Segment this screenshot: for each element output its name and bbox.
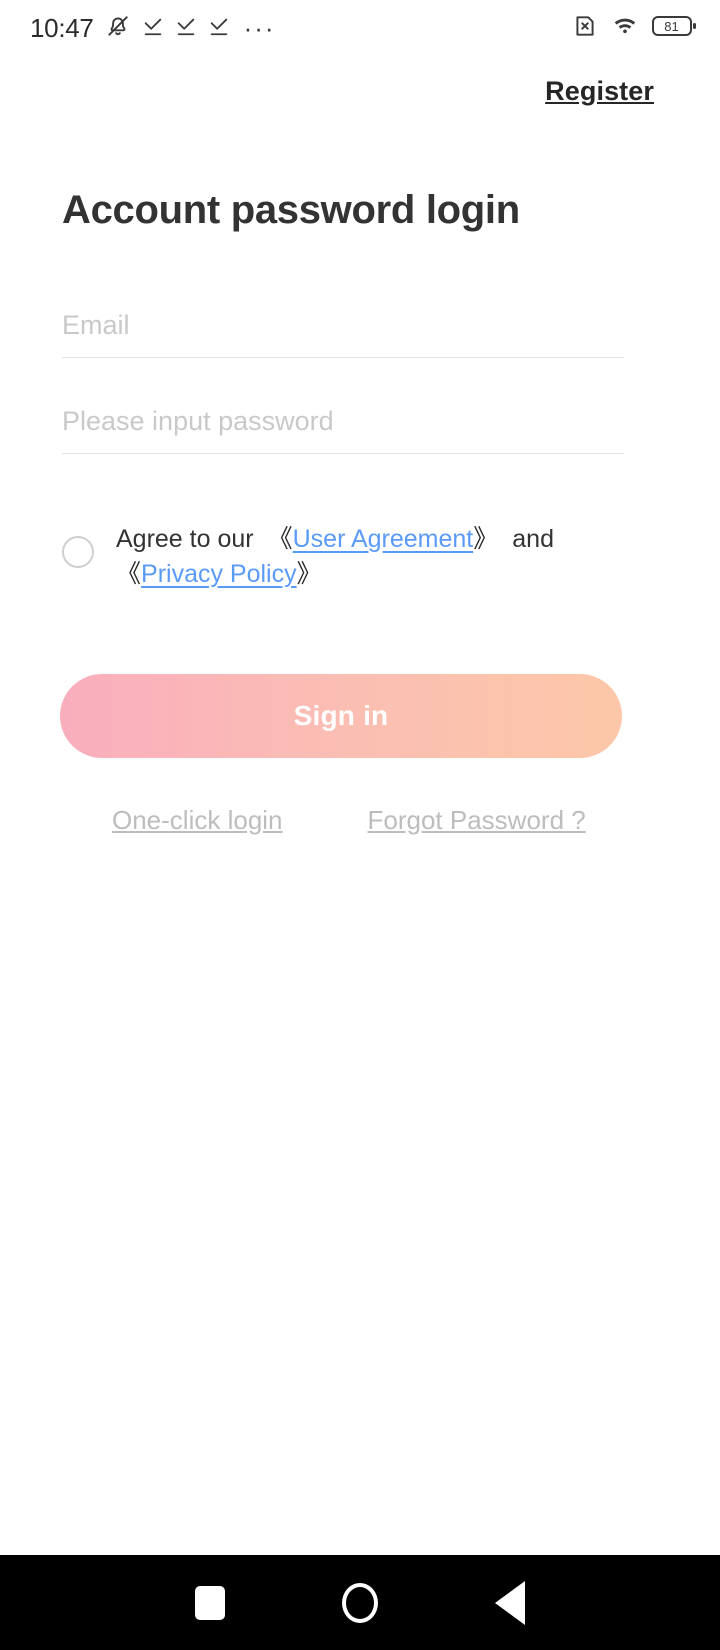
agreement-conjunction: and (512, 525, 554, 553)
page-title: Account password login (62, 188, 520, 232)
silent-bell-icon (105, 13, 131, 44)
forgot-password-link[interactable]: Forgot Password ? (368, 805, 586, 836)
status-bar: 10:47 ··· 81 (0, 0, 720, 56)
agreement-text: Agree to our 《User Agreement》 and《Privacy … (116, 522, 636, 592)
home-circle-icon (342, 1582, 378, 1623)
password-field-wrapper[interactable] (62, 390, 624, 454)
secondary-links-row: One-click login Forgot Password ? (62, 798, 622, 842)
download-complete-icon (175, 15, 197, 42)
agreement-prefix: Agree to our (116, 525, 254, 553)
bracket-open-icon: 《 (267, 525, 293, 553)
user-agreement-link[interactable]: User Agreement (293, 525, 474, 553)
more-dots-icon: ··· (243, 13, 276, 43)
one-click-login-link[interactable]: One-click login (112, 805, 283, 836)
back-triangle-icon (495, 1580, 525, 1625)
status-bar-left: 10:47 ··· (30, 13, 276, 44)
password-input[interactable] (62, 406, 624, 437)
android-nav-bar (0, 1555, 720, 1650)
download-complete-icon (142, 15, 164, 42)
agreement-row: Agree to our 《User Agreement》 and《Privacy … (62, 522, 662, 592)
register-link[interactable]: Register (545, 76, 654, 107)
login-form (62, 294, 624, 454)
nav-recents-button[interactable] (135, 1555, 285, 1650)
nav-home-button[interactable] (285, 1555, 435, 1650)
sim-disabled-icon (572, 13, 598, 44)
bracket-open-icon-2: 《 (116, 560, 142, 588)
wifi-icon (611, 13, 639, 44)
recents-square-icon (195, 1585, 225, 1620)
bracket-close-icon-2: 》 (296, 560, 322, 588)
login-screen: 10:47 ··· 81 Register Account password l… (0, 0, 720, 1650)
status-bar-right: 81 (572, 13, 696, 44)
bracket-close-icon: 》 (473, 525, 499, 553)
nav-back-button[interactable] (435, 1555, 585, 1650)
agreement-radio[interactable] (62, 536, 94, 568)
battery-level-text: 81 (664, 19, 678, 34)
status-time: 10:47 (30, 12, 94, 43)
privacy-policy-link[interactable]: Privacy Policy (141, 560, 297, 588)
email-field-wrapper[interactable] (62, 294, 624, 358)
email-input[interactable] (62, 310, 624, 341)
sign-in-button[interactable]: Sign in (60, 674, 622, 758)
register-row: Register (0, 62, 720, 120)
download-complete-icon (208, 15, 230, 42)
battery-icon: 81 (652, 14, 696, 43)
